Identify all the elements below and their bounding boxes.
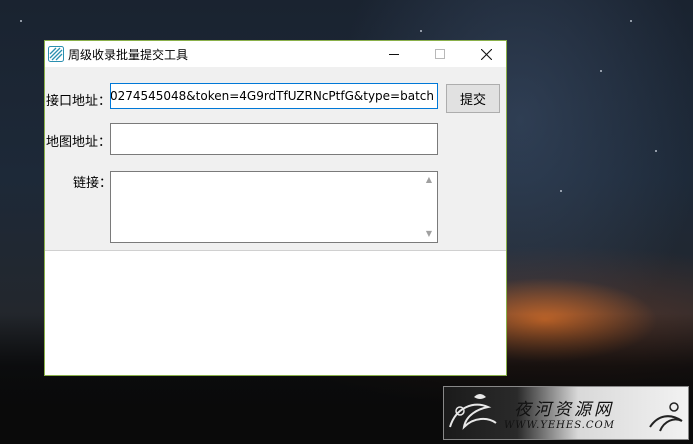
star	[420, 30, 422, 32]
app-window: 周级收录批量提交工具 接口地址： 640274545048&token=4G9r…	[44, 40, 507, 376]
watermark-site-url: WWW.YEHES.COM	[504, 420, 615, 431]
scroll-up-icon[interactable]: ▲	[424, 175, 434, 185]
ornament-icon	[449, 394, 497, 430]
link-label: 链接：	[73, 176, 113, 191]
api-address-input[interactable]: 640274545048&token=4G9rdTfUZRNcPtfG&type…	[110, 83, 438, 109]
star	[600, 70, 602, 72]
scroll-down-icon[interactable]: ▼	[424, 229, 434, 239]
watermark-logo: 夜河资源网 WWW.YEHES.COM	[443, 386, 689, 440]
close-icon	[480, 48, 492, 60]
watermark-site-name: 夜河资源网	[514, 400, 614, 420]
api-address-value: 640274545048&token=4G9rdTfUZRNcPtfG&type…	[110, 89, 434, 103]
minimize-button[interactable]	[371, 41, 417, 67]
close-button[interactable]	[463, 41, 509, 67]
maximize-button[interactable]	[417, 41, 463, 67]
star	[630, 20, 632, 22]
submit-button[interactable]: 提交	[446, 84, 500, 113]
title-bar[interactable]: 周级收录批量提交工具	[45, 41, 506, 67]
map-address-label: 地图地址：	[46, 135, 112, 150]
window-title: 周级收录批量提交工具	[68, 47, 189, 62]
link-textarea[interactable]: ▲ ▼	[110, 171, 438, 243]
star	[560, 190, 562, 192]
output-panel	[45, 251, 506, 375]
maximize-icon	[435, 49, 445, 59]
star	[655, 150, 657, 152]
map-address-input[interactable]	[110, 123, 438, 155]
app-logo-icon	[48, 46, 64, 62]
link-scrollbar[interactable]: ▲ ▼	[421, 172, 437, 242]
star	[20, 20, 22, 22]
api-address-label: 接口地址：	[46, 94, 112, 109]
ornament-right-icon	[649, 402, 683, 432]
minimize-icon	[389, 54, 399, 55]
